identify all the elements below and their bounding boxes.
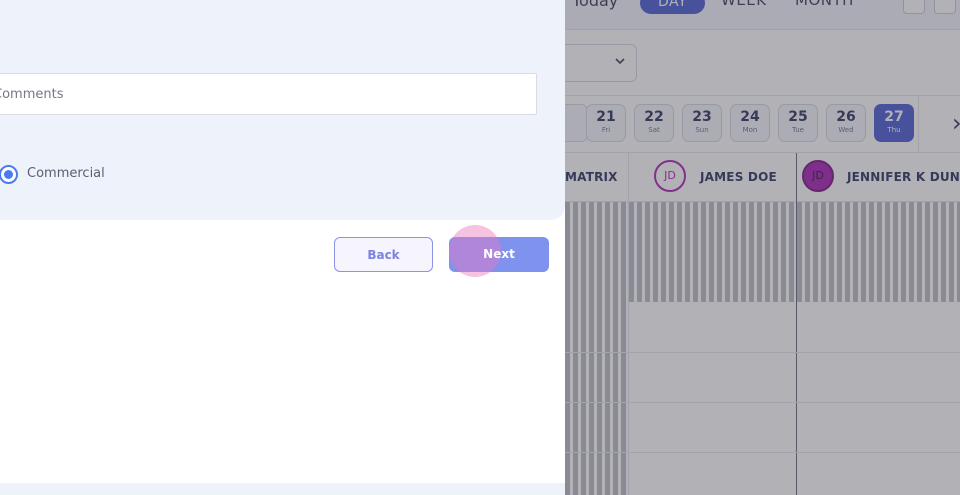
form-card: Commercial <box>0 0 565 220</box>
comments-input[interactable] <box>0 73 537 115</box>
commercial-radio-label[interactable]: Commercial <box>27 166 105 181</box>
panel-footer <box>0 483 565 495</box>
back-button[interactable]: Back <box>334 237 433 272</box>
next-button[interactable] <box>449 237 549 272</box>
commercial-radio[interactable] <box>0 165 18 184</box>
booking-form-panel: Commercial Back Next <box>0 0 565 495</box>
radio-selected-dot <box>4 170 13 179</box>
